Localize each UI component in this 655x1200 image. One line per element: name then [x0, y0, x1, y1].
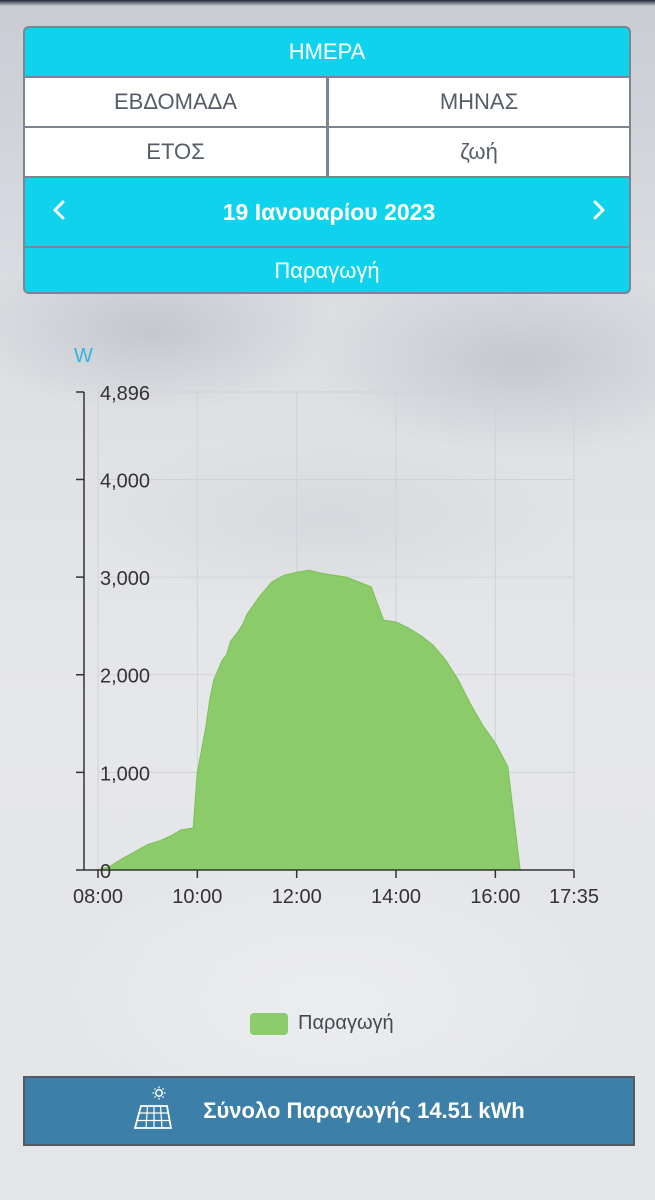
x-tick-label: 17:35 — [549, 886, 599, 908]
current-date[interactable]: 19 Ιανουαρίου 2023 — [223, 199, 435, 226]
lifetime-button-label: ζωή — [460, 139, 498, 164]
week-button[interactable]: ΕΒΔΟΜΑΔΑ — [25, 78, 326, 126]
chevron-left-icon[interactable] — [51, 199, 67, 225]
total-production-label: Σύνολο Παραγωγής 14.51 kWh — [203, 1098, 525, 1123]
metric-selector[interactable]: Παραγωγή — [25, 248, 629, 292]
year-button-label: ΕΤΟΣ — [146, 139, 205, 164]
y-tick-label: 4,896 — [100, 383, 150, 405]
period-selector: ΗΜΕΡΑ ΕΒΔΟΜΑΔΑ ΜΗΝΑΣ ΕΤΟΣ ζωή 19 Ιανουαρ… — [23, 26, 631, 294]
legend-label: Παραγωγή — [298, 1012, 394, 1034]
y-tick-label: 1,000 — [100, 763, 150, 785]
y-tick-label: 2,000 — [100, 666, 150, 688]
month-button-label: ΜΗΝΑΣ — [439, 89, 519, 114]
y-axis-unit: W — [74, 345, 93, 367]
month-button[interactable]: ΜΗΝΑΣ — [329, 78, 629, 126]
x-tick-label: 12:00 — [272, 886, 322, 908]
chevron-right-icon[interactable] — [591, 199, 607, 225]
week-button-label: ΕΒΔΟΜΑΔΑ — [113, 89, 238, 114]
metric-label: Παραγωγή — [274, 258, 380, 283]
lifetime-button[interactable]: ζωή — [329, 128, 629, 176]
x-tick-label: 14:00 — [371, 886, 421, 908]
production-chart: W 4,896 4,000 3,000 2,000 1,000 0 08:00 10:00 12… — [73, 345, 599, 908]
day-button-label: ΗΜΕΡΑ — [288, 39, 366, 64]
legend-swatch — [250, 1012, 288, 1035]
y-tick-label: 0 — [100, 861, 111, 883]
x-tick-label: 16:00 — [470, 886, 520, 908]
y-tick-label: 4,000 — [100, 470, 150, 492]
solar-panel-icon — [133, 1086, 173, 1137]
day-button[interactable]: ΗΜΕΡΑ — [25, 28, 629, 76]
date-navigator: 19 Ιανουαρίου 2023 — [25, 178, 629, 246]
chart-legend[interactable]: Παραγωγή — [250, 1012, 394, 1035]
total-production-bar: Σύνολο Παραγωγής 14.51 kWh — [23, 1076, 635, 1146]
y-tick-label: 3,000 — [100, 568, 150, 590]
x-tick-label: 10:00 — [172, 886, 222, 908]
x-tick-label: 08:00 — [73, 886, 123, 908]
year-button[interactable]: ΕΤΟΣ — [25, 128, 326, 176]
production-area — [97, 569, 574, 871]
